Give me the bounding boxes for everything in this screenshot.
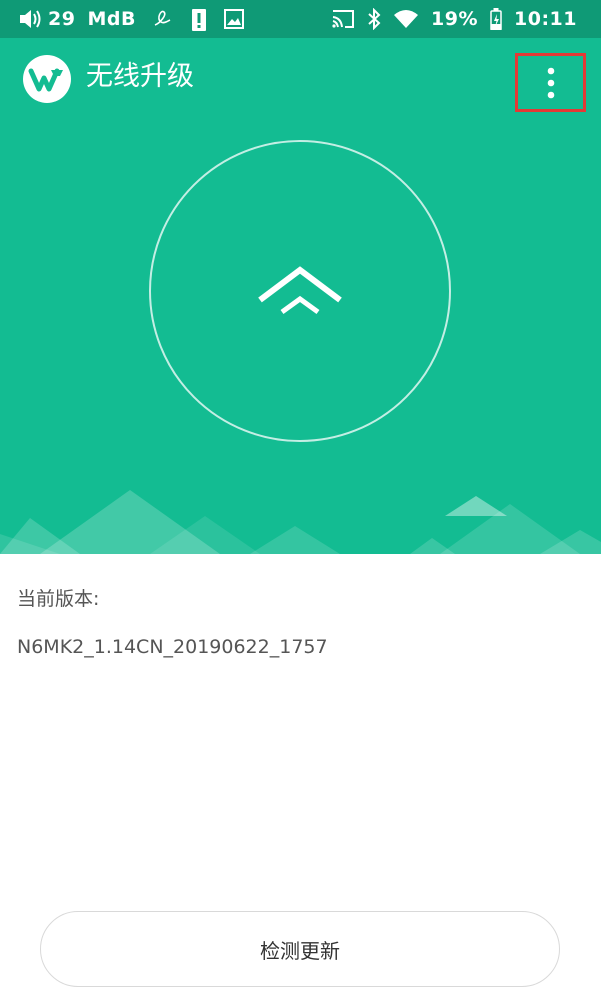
version-info-panel: 当前版本: N6MK2_1.14CN_20190622_1757 检测更新 (0, 554, 601, 1001)
more-options-button[interactable] (515, 53, 586, 112)
clock: 10:11 (514, 8, 577, 30)
status-bar: 29 MdB 19% 10:11 (0, 0, 601, 38)
battery-percent: 19% (431, 8, 479, 30)
upgrade-circle-button[interactable] (149, 140, 451, 442)
more-vert-icon (546, 67, 556, 99)
image-icon (223, 9, 244, 29)
app-title: 无线升级 (86, 61, 194, 92)
alert-icon (191, 7, 206, 31)
status-bar-right: 19% 10:11 (331, 0, 577, 38)
volume-unit: MdB (87, 8, 136, 30)
upgrade-hero: 无线升级 (0, 38, 601, 554)
signature-icon (152, 9, 172, 29)
status-bar-left: 29 MdB (18, 0, 244, 38)
cast-icon (331, 9, 355, 29)
check-update-button[interactable]: 检测更新 (40, 911, 560, 987)
speaker-icon (18, 8, 42, 30)
volume-level: 29 (48, 8, 76, 30)
battery-charging-icon (490, 8, 502, 30)
wireless-update-logo-icon (22, 54, 72, 104)
mountain-decoration (0, 490, 601, 554)
wifi-icon (393, 9, 419, 29)
app-bar: 无线升级 (0, 38, 601, 116)
current-version-label: 当前版本: (17, 588, 100, 610)
bluetooth-icon (367, 8, 381, 30)
current-version-value: N6MK2_1.14CN_20190622_1757 (17, 636, 328, 658)
double-chevron-up-icon (256, 266, 344, 316)
